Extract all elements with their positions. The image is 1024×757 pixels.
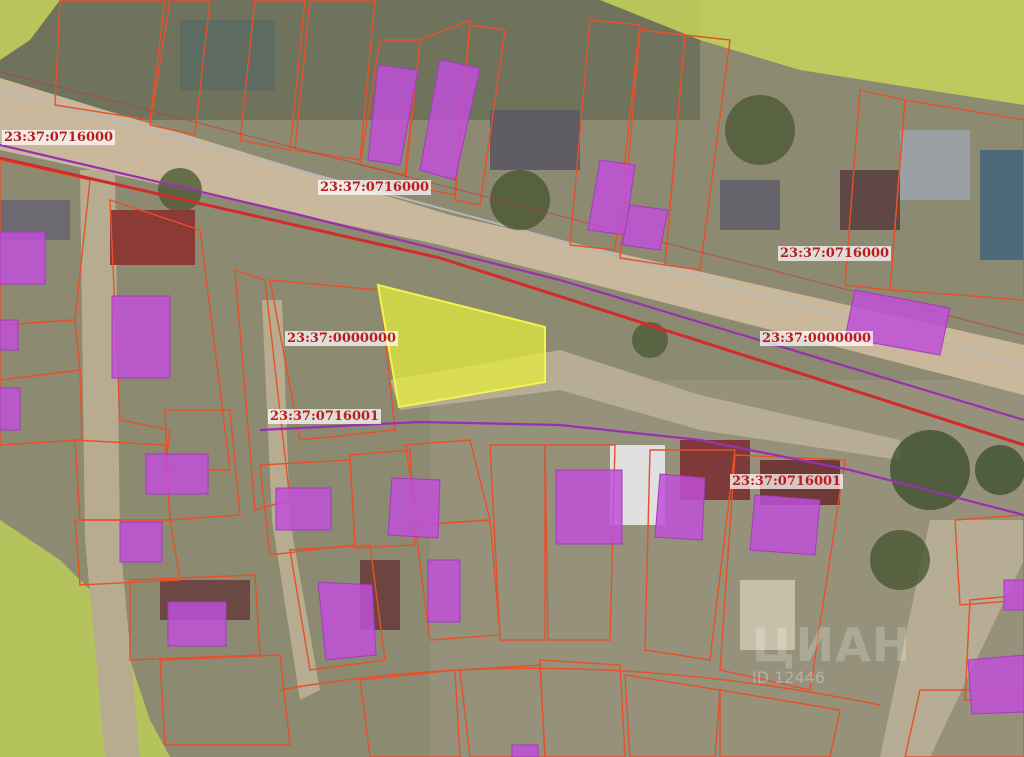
- watermark-logo: ЦИАН: [752, 618, 912, 672]
- roof-grey-2: [490, 110, 580, 170]
- roof-grey-4: [900, 130, 970, 200]
- watermark-id: ID 12446: [752, 668, 826, 687]
- terrain-north: [0, 0, 700, 120]
- roof-blue-1: [980, 150, 1024, 260]
- tree-5: [870, 530, 930, 590]
- roof-green-1: [180, 20, 275, 90]
- label-block-n: 23:37:0716000: [318, 180, 432, 195]
- tree-6: [632, 322, 668, 358]
- roof-grey-3: [720, 180, 780, 230]
- label-selected-parcel: 23:37:0000000: [285, 331, 399, 346]
- label-block-s: 23:37:0716001: [268, 409, 382, 424]
- roof-brown-1: [840, 170, 900, 230]
- label-block-se: 23:37:0716001: [730, 474, 844, 489]
- label-road-east: 23:37:0000000: [760, 331, 874, 346]
- tree-7: [975, 445, 1024, 495]
- map-canvas[interactable]: 23:37:0716000 23:37:0716000 23:37:071600…: [0, 0, 1024, 757]
- label-block-nw: 23:37:0716000: [2, 130, 116, 145]
- tree-3: [725, 95, 795, 165]
- label-block-ne: 23:37:0716000: [778, 246, 892, 261]
- roof-red-1: [110, 210, 195, 265]
